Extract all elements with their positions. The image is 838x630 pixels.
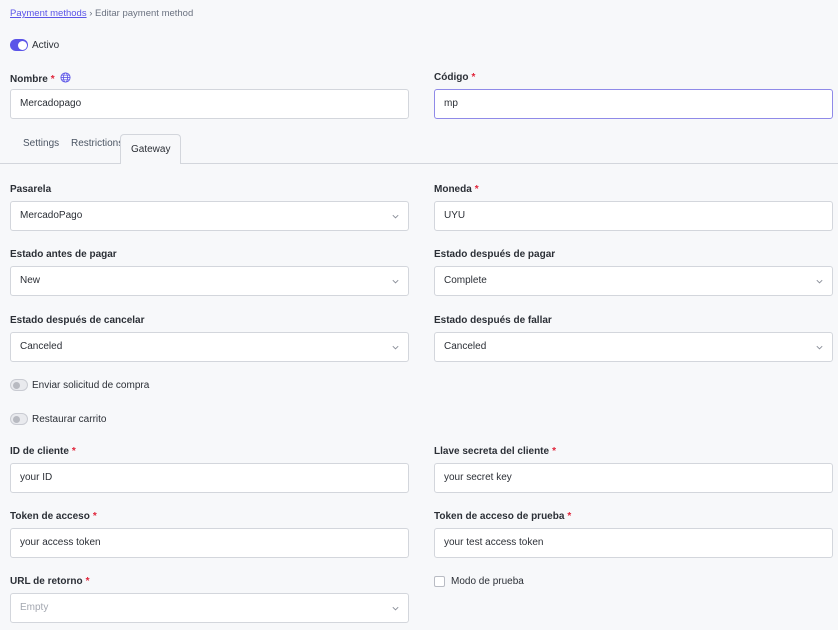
- breadcrumb-current: Editar payment method: [95, 8, 194, 19]
- nombre-label-text: Nombre: [10, 74, 48, 85]
- modo-prueba-checkbox[interactable]: [434, 576, 445, 587]
- estado-despues-cancelar-value: Canceled: [20, 341, 63, 352]
- required-marker: *: [471, 72, 476, 83]
- restaurar-carrito-label: Restaurar carrito: [32, 414, 107, 425]
- tab-gateway[interactable]: Gateway: [120, 134, 182, 164]
- url-retorno-select[interactable]: Empty: [10, 593, 409, 623]
- token-acceso-label-text: Token de acceso: [10, 511, 90, 522]
- moneda-label: Moneda *: [434, 184, 479, 195]
- llave-secreta-input[interactable]: your secret key: [434, 463, 833, 493]
- active-toggle-label: Activo: [32, 40, 60, 51]
- llave-secreta-label-text: Llave secreta del cliente: [434, 446, 550, 457]
- estado-antes-select[interactable]: New: [10, 266, 409, 296]
- chevron-down-icon: [816, 279, 823, 284]
- chevron-down-icon: [392, 279, 399, 284]
- estado-antes-value: New: [20, 275, 41, 286]
- token-prueba-input[interactable]: your test access token: [434, 528, 833, 558]
- globe-icon[interactable]: [60, 72, 72, 83]
- estado-despues-fallar-value: Canceled: [444, 341, 487, 352]
- required-marker: *: [92, 511, 97, 522]
- token-acceso-label: Token de acceso *: [10, 511, 97, 522]
- nombre-label: Nombre *: [10, 72, 72, 85]
- token-prueba-label-text: Token de acceso de prueba: [434, 511, 565, 522]
- estado-despues-fallar-label: Estado después de fallar: [434, 315, 552, 326]
- breadcrumb: Payment methods › Editar payment method: [10, 8, 193, 19]
- pasarela-value: MercadoPago: [20, 210, 83, 221]
- chevron-down-icon: [392, 606, 399, 611]
- required-marker: *: [71, 446, 76, 457]
- restaurar-carrito-toggle[interactable]: [10, 413, 28, 425]
- id-cliente-label: ID de cliente *: [10, 446, 76, 457]
- chevron-down-icon: [816, 345, 823, 350]
- estado-despues-pagar-label: Estado después de pagar: [434, 249, 556, 260]
- chevron-down-icon: [392, 345, 399, 350]
- breadcrumb-link-payment-methods[interactable]: Payment methods: [10, 8, 87, 19]
- url-retorno-label: URL de retorno *: [10, 576, 90, 587]
- chevron-down-icon: [392, 214, 399, 219]
- required-marker: *: [474, 184, 479, 195]
- modo-prueba-label: Modo de prueba: [451, 576, 524, 587]
- codigo-label-text: Código: [434, 72, 469, 83]
- estado-antes-label: Estado antes de pagar: [10, 249, 117, 260]
- enviar-solicitud-label: Enviar solicitud de compra: [32, 380, 150, 391]
- breadcrumb-separator: ›: [89, 8, 93, 19]
- token-prueba-label: Token de acceso de prueba *: [434, 511, 571, 522]
- estado-despues-cancelar-select[interactable]: Canceled: [10, 332, 409, 362]
- moneda-input[interactable]: UYU: [434, 201, 833, 231]
- required-marker: *: [552, 446, 556, 457]
- llave-secreta-label: Llave secreta del cliente *: [434, 446, 556, 457]
- estado-despues-pagar-select[interactable]: Complete: [434, 266, 833, 296]
- required-marker: *: [85, 576, 90, 587]
- estado-despues-pagar-value: Complete: [444, 275, 487, 286]
- tab-restrictions[interactable]: Restrictions: [71, 138, 123, 149]
- required-marker: *: [567, 511, 572, 522]
- nombre-input[interactable]: Mercadopago: [10, 89, 409, 119]
- url-retorno-placeholder: Empty: [20, 602, 49, 613]
- codigo-label: Código *: [434, 72, 475, 83]
- moneda-label-text: Moneda: [434, 184, 472, 195]
- required-marker: *: [50, 74, 55, 85]
- token-acceso-input[interactable]: your access token: [10, 528, 409, 558]
- pasarela-label: Pasarela: [10, 184, 52, 195]
- pasarela-select[interactable]: MercadoPago: [10, 201, 409, 231]
- url-retorno-label-text: URL de retorno: [10, 576, 83, 587]
- estado-despues-fallar-select[interactable]: Canceled: [434, 332, 833, 362]
- id-cliente-label-text: ID de cliente: [10, 446, 69, 457]
- estado-despues-cancelar-label: Estado después de cancelar: [10, 315, 145, 326]
- enviar-solicitud-toggle[interactable]: [10, 379, 28, 391]
- codigo-input[interactable]: mp: [434, 89, 833, 119]
- active-toggle[interactable]: [10, 39, 28, 51]
- tab-settings[interactable]: Settings: [23, 138, 59, 149]
- id-cliente-input[interactable]: your ID: [10, 463, 409, 493]
